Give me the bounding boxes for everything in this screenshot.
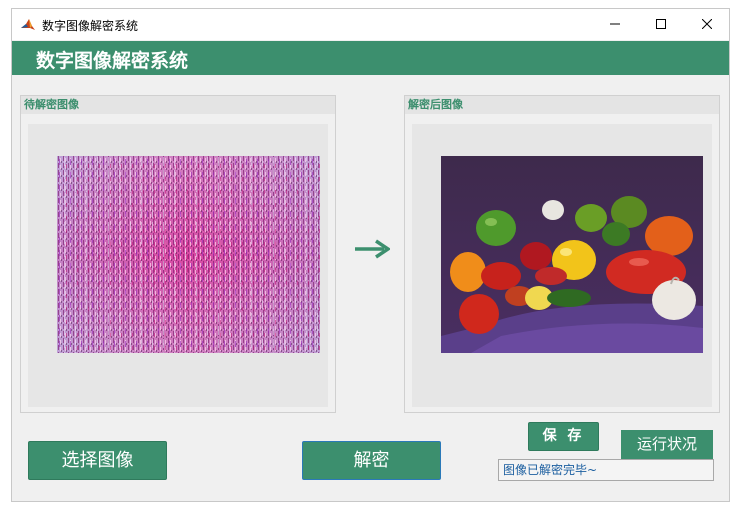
- decrypted-panel-title: 解密后图像: [405, 96, 719, 114]
- app-window: 数字图像解密系统 数字图像解密系统 待解密图像 解密后图像 选择图像 解密 保 …: [11, 8, 730, 502]
- matlab-icon: [20, 17, 36, 33]
- encrypted-image: [57, 156, 320, 353]
- close-icon: [702, 19, 712, 29]
- maximize-icon: [656, 19, 666, 29]
- window-title: 数字图像解密系统: [42, 19, 139, 33]
- select-image-button[interactable]: 选择图像: [28, 441, 167, 480]
- decrypted-image-axes: [412, 124, 712, 407]
- decrypt-button[interactable]: 解密: [302, 441, 441, 480]
- status-field[interactable]: 图像已解密完毕~: [498, 459, 714, 481]
- encrypted-image-panel: 待解密图像: [20, 95, 336, 413]
- header-bar: 数字图像解密系统: [12, 41, 729, 75]
- title-bar[interactable]: 数字图像解密系统: [12, 9, 729, 40]
- page-title: 数字图像解密系统: [36, 50, 189, 72]
- minimize-button[interactable]: [592, 9, 638, 40]
- minimize-icon: [610, 23, 620, 25]
- encrypted-image-axes: [28, 124, 328, 407]
- arrow-right-icon: [355, 239, 390, 259]
- save-button[interactable]: 保 存: [528, 422, 599, 451]
- maximize-button[interactable]: [638, 9, 684, 40]
- encrypted-panel-title: 待解密图像: [21, 96, 335, 114]
- decrypted-image: [441, 156, 703, 353]
- decrypted-image-panel: 解密后图像: [404, 95, 720, 413]
- status-label: 运行状况: [621, 430, 713, 459]
- close-button[interactable]: [684, 9, 730, 40]
